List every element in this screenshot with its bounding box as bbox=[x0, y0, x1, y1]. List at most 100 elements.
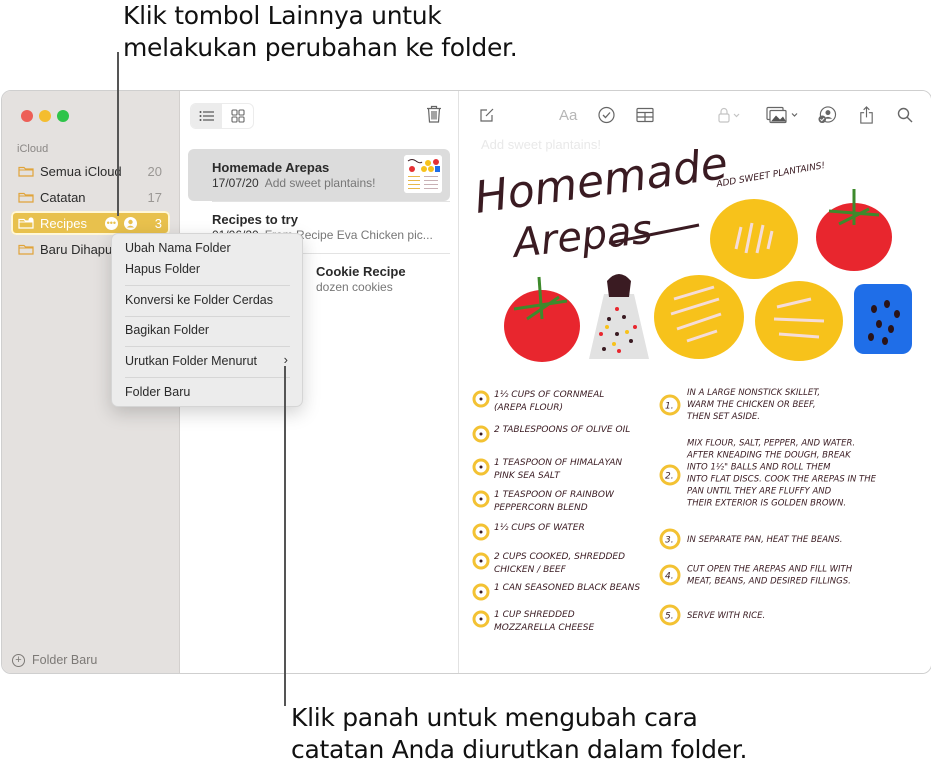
salt-shaker-illustration bbox=[589, 274, 649, 359]
menu-item-delete-folder[interactable]: Hapus Folder bbox=[125, 262, 200, 276]
menu-item-share-folder[interactable]: Bagikan Folder bbox=[125, 323, 209, 337]
step-item: 3. IN SEPARATE PAN, HEAT THE BEANS. bbox=[659, 528, 842, 550]
folder-icon bbox=[18, 244, 34, 255]
menu-item-convert-smart-folder[interactable]: Konversi ke Folder Cerdas bbox=[125, 293, 273, 307]
callout-top-line2: melakukan perubahan ke folder. bbox=[123, 33, 518, 62]
sidebar-folder-recipes[interactable]: Recipes ••• 3 bbox=[11, 211, 170, 235]
step-item: 2. MIX FLOUR, SALT, PEPPER, AND WATER. AFT… bbox=[659, 439, 877, 509]
bullet-dot bbox=[479, 559, 483, 563]
table-icon[interactable] bbox=[636, 106, 654, 124]
close-window-button[interactable] bbox=[21, 110, 33, 122]
ellipsis-icon[interactable]: ••• bbox=[104, 216, 118, 230]
ingredient-item: 1 CAN SEASONED BLACK BEANS bbox=[472, 583, 640, 601]
ingredient-item: 1½ CUPS OF CORNMEAL (AREPA FLOUR) bbox=[472, 390, 604, 413]
list-view-button[interactable] bbox=[191, 104, 222, 128]
lock-icon[interactable] bbox=[718, 106, 742, 124]
menu-item-new-folder[interactable]: Folder Baru bbox=[125, 385, 190, 399]
folder-icon bbox=[18, 192, 34, 203]
ingredient-text: (AREPA FLOUR) bbox=[494, 403, 563, 413]
ingredients-list: 1½ CUPS OF CORNMEAL (AREPA FLOUR) 2 TABLES… bbox=[472, 390, 640, 633]
step-text: THEIR EXTERIOR IS GOLDEN BROWN. bbox=[687, 499, 846, 509]
menu-item-sort-folder-by[interactable]: Urutkan Folder Menurut bbox=[125, 354, 257, 368]
note-editor: Aa Add sweet plantains! Homemade Arepas … bbox=[459, 91, 931, 673]
step-text: INTO 1½" BALLS AND ROLL THEM bbox=[687, 463, 831, 473]
note-date: 17/07/20 bbox=[212, 176, 259, 190]
note-list-item[interactable]: Homemade Arepas 17/07/20 Add sweet planta… bbox=[188, 149, 450, 201]
step-number: 4. bbox=[665, 572, 674, 582]
callout-bottom-line2: catatan Anda diurutkan dalam folder. bbox=[291, 735, 748, 764]
ingredient-item: 1½ CUPS OF WATER bbox=[472, 523, 585, 541]
step-item: 5. SERVE WITH RICE. bbox=[659, 604, 765, 626]
gallery-view-button[interactable] bbox=[222, 104, 253, 128]
step-item: 1. IN A LARGE NONSTICK SKILLET, WARM THE C… bbox=[659, 388, 820, 422]
step-text: IN A LARGE NONSTICK SKILLET, bbox=[687, 388, 820, 398]
sidebar-folder-catatan[interactable]: Catatan 17 bbox=[11, 185, 170, 209]
sidebar-folder-all-icloud[interactable]: Semua iCloud 20 bbox=[11, 159, 170, 183]
arepa-illustration bbox=[654, 275, 744, 359]
menu-separator bbox=[125, 316, 290, 317]
steps-list: 1. IN A LARGE NONSTICK SKILLET, WARM THE C… bbox=[659, 388, 877, 626]
share-icon[interactable] bbox=[859, 106, 874, 124]
step-text: WARM THE CHICKEN OR BEEF, bbox=[687, 400, 816, 410]
folder-context-menu: Ubah Nama Folder Hapus Folder Konversi k… bbox=[111, 233, 303, 407]
step-item: 4. CUT OPEN THE AREPAS AND FILL WITH MEAT,… bbox=[659, 564, 853, 587]
minimize-window-button[interactable] bbox=[39, 110, 51, 122]
compose-icon[interactable] bbox=[479, 106, 495, 124]
grid-icon bbox=[230, 109, 245, 123]
new-folder-button[interactable]: + Folder Baru bbox=[12, 653, 97, 667]
checklist-icon[interactable] bbox=[598, 106, 615, 124]
tomato-illustration bbox=[504, 276, 580, 362]
step-number: 2. bbox=[665, 472, 674, 482]
bullet-dot bbox=[479, 530, 483, 534]
plus-circle-icon: + bbox=[12, 653, 25, 667]
callout-bottom-leader-line bbox=[284, 366, 286, 706]
search-icon[interactable] bbox=[897, 106, 913, 124]
ingredient-text: 1 CAN SEASONED BLACK BEANS bbox=[494, 583, 640, 593]
arepa-illustration bbox=[755, 281, 843, 361]
ingredient-item: 1 TEASPOON OF RAINBOW PEPPERCORN BLEND bbox=[472, 490, 615, 513]
note-meta: dozen cookies bbox=[316, 280, 393, 294]
recipe-drawing[interactable]: Homemade Arepas ADD SWEET PLANTAINS! 1½ … bbox=[459, 149, 931, 669]
collaborate-icon[interactable] bbox=[817, 106, 837, 124]
note-preview: Add sweet plantains! bbox=[264, 176, 376, 190]
ingredient-item: 1 CUP SHREDDED MOZZARELLA CHEESE bbox=[472, 610, 594, 633]
ingredient-text: MOZZARELLA CHEESE bbox=[494, 623, 594, 633]
step-text: IN SEPARATE PAN, HEAT THE BEANS. bbox=[687, 535, 842, 545]
folder-name: Catatan bbox=[40, 189, 86, 205]
shared-folder-icon bbox=[18, 217, 34, 229]
trash-icon[interactable] bbox=[426, 105, 442, 123]
arepa-illustration bbox=[710, 199, 798, 279]
bullet-dot bbox=[479, 432, 483, 436]
step-text: INTO FLAT DISCS. COOK THE AREPAS IN THE bbox=[687, 475, 877, 485]
tomato-illustration bbox=[816, 189, 892, 271]
callout-sort-arrow: Klik panah untuk mengubah cara catatan A… bbox=[291, 702, 747, 766]
menu-item-rename-folder[interactable]: Ubah Nama Folder bbox=[125, 241, 231, 255]
step-text: MEAT, BEANS, AND DESIRED FILLINGS. bbox=[687, 577, 851, 587]
callout-more-button: Klik tombol Lainnya untuk melakukan peru… bbox=[123, 0, 518, 64]
callout-top-leader-line bbox=[117, 52, 119, 216]
ingredient-item: 2 CUPS COOKED, SHREDDED CHICKEN / BEEF bbox=[472, 552, 625, 575]
zoom-window-button[interactable] bbox=[57, 110, 69, 122]
step-text: THEN SET ASIDE. bbox=[687, 412, 760, 422]
menu-separator bbox=[125, 285, 290, 286]
ingredient-text: CHICKEN / BEEF bbox=[494, 565, 567, 575]
ingredient-text: 2 TABLESPOONS OF OLIVE OIL bbox=[494, 425, 630, 435]
note-title: Recipes to try bbox=[212, 212, 298, 227]
ingredient-item: 2 TABLESPOONS OF OLIVE OIL bbox=[472, 425, 630, 443]
chevron-right-icon[interactable]: › bbox=[284, 352, 288, 367]
folder-count: 3 bbox=[154, 215, 162, 231]
step-text: PAN UNTIL THEY ARE FLUFFY AND bbox=[687, 487, 832, 497]
ingredient-text: 1½ CUPS OF CORNMEAL bbox=[494, 390, 604, 400]
list-icon bbox=[199, 111, 214, 121]
folder-count: 17 bbox=[147, 189, 162, 205]
callout-bottom-line1: Klik panah untuk mengubah cara bbox=[291, 703, 698, 732]
editor-toolbar: Aa bbox=[459, 91, 931, 139]
step-text: MIX FLOUR, SALT, PEPPER, AND WATER. bbox=[687, 439, 855, 449]
format-icon[interactable]: Aa bbox=[559, 106, 577, 124]
ingredient-text: 2 CUPS COOKED, SHREDDED bbox=[494, 552, 625, 562]
step-text: AFTER KNEADING THE DOUGH, BREAK bbox=[686, 451, 852, 461]
black-beans-can-illustration bbox=[854, 284, 912, 354]
media-icon[interactable] bbox=[766, 106, 800, 124]
folder-count: 20 bbox=[147, 163, 162, 179]
note-meta: 17/07/20 Add sweet plantains! bbox=[212, 176, 375, 190]
